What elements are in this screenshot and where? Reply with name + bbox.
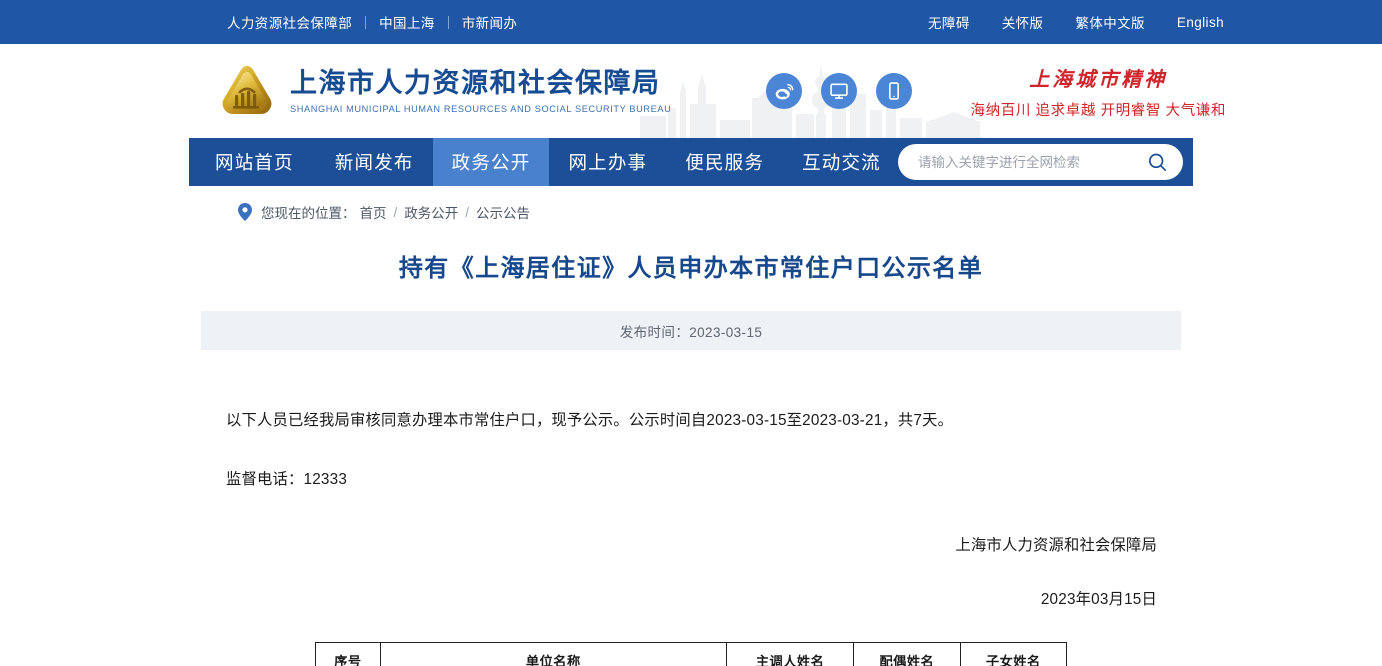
- table-head: 序号 单位名称 主调人姓名 配偶姓名 子女姓名: [315, 642, 1068, 666]
- publicity-table-wrapper: 序号 单位名称 主调人姓名 配偶姓名 子女姓名: [201, 642, 1181, 666]
- table-header-applicant: 主调人姓名: [725, 642, 855, 666]
- weibo-icon[interactable]: [766, 73, 803, 109]
- slogan-title: 上海城市精神: [1029, 68, 1168, 91]
- top-link-accessibility[interactable]: 无障碍: [928, 12, 970, 32]
- breadcrumb-separator: /: [465, 204, 470, 220]
- desktop-icon[interactable]: [821, 73, 858, 109]
- signature-organization: 上海市人力资源和社会保障局: [955, 537, 1157, 555]
- site-header: 上海市人力资源和社会保障局 SHANGHAI MUNICIPAL HUMAN R…: [0, 44, 1382, 138]
- table-header-row: 序号 单位名称 主调人姓名 配偶姓名 子女姓名: [315, 642, 1068, 666]
- nav-item-news[interactable]: 新闻发布: [316, 138, 433, 186]
- top-link-separator: [447, 15, 449, 29]
- search-input[interactable]: [918, 154, 1146, 170]
- top-link-china-shanghai[interactable]: 中国上海: [379, 12, 435, 32]
- table-header-index: 序号: [315, 642, 381, 666]
- top-link-care-version[interactable]: 关怀版: [1002, 12, 1044, 32]
- nav-item-online-services[interactable]: 网上办事: [549, 138, 666, 186]
- top-right-links: 无障碍 关怀版 繁体中文版 English: [928, 12, 1224, 32]
- article-container: 持有《上海居住证》人员申办本市常住户口公示名单 发布时间：2023-03-15 …: [201, 253, 1181, 609]
- nav-item-interaction[interactable]: 互动交流: [783, 138, 900, 186]
- article-paragraph-hotline: 监督电话：12333: [226, 470, 348, 488]
- article-paragraph-notice: 以下人员已经我局审核同意办理本市常住户口，现予公示。公示时间自2023-03-1…: [226, 412, 954, 430]
- breadcrumb-separator: /: [393, 204, 398, 220]
- logo-title-en: SHANGHAI MUNICIPAL HUMAN RESOURCES AND S…: [290, 103, 672, 114]
- top-link-separator: [365, 15, 367, 29]
- breadcrumb-item-home[interactable]: 首页: [360, 202, 387, 222]
- top-left-links: 人力资源社会保障部 中国上海 市新闻办: [227, 12, 517, 32]
- signature-date: 2023年03月15日: [1040, 591, 1157, 609]
- main-navigation-wrapper: 网站首页 新闻发布 政务公开 网上办事 便民服务 互动交流: [0, 138, 1382, 186]
- city-spirit-slogan: 上海城市精神 海纳百川 追求卓越 开明睿智 大气谦和: [971, 63, 1226, 120]
- shanghai-hrss-emblem-icon: [222, 66, 272, 114]
- search-box[interactable]: [898, 144, 1183, 180]
- social-links: [766, 73, 913, 109]
- mobile-icon[interactable]: [876, 73, 913, 109]
- publish-date-bar: 发布时间：2023-03-15: [201, 311, 1181, 351]
- main-navigation: 网站首页 新闻发布 政务公开 网上办事 便民服务 互动交流: [189, 138, 1193, 186]
- publish-date-text: 发布时间：2023-03-15: [619, 324, 763, 340]
- logo-title-cn: 上海市人力资源和社会保障局: [290, 68, 661, 99]
- slogan-subtitle: 海纳百川 追求卓越 开明睿智 大气谦和: [970, 102, 1226, 119]
- table-header-spouse: 配偶姓名: [853, 642, 961, 666]
- nav-item-government-affairs[interactable]: 政务公开: [432, 138, 550, 186]
- site-logo[interactable]: 上海市人力资源和社会保障局 SHANGHAI MUNICIPAL HUMAN R…: [218, 62, 671, 120]
- page-title: 持有《上海居住证》人员申办本市常住户口公示名单: [398, 255, 984, 282]
- location-pin-icon: [238, 203, 252, 221]
- top-link-traditional-chinese[interactable]: 繁体中文版: [1075, 12, 1145, 32]
- table-header-children: 子女姓名: [959, 642, 1068, 666]
- publicity-name-list-table: 序号 单位名称 主调人姓名 配偶姓名 子女姓名: [315, 642, 1068, 666]
- top-link-mohrss[interactable]: 人力资源社会保障部: [227, 12, 352, 32]
- nav-item-public-services[interactable]: 便民服务: [666, 138, 783, 186]
- top-link-english[interactable]: English: [1177, 15, 1224, 30]
- breadcrumb-item-announcements[interactable]: 公示公告: [476, 202, 530, 222]
- top-utility-bar: 人力资源社会保障部 中国上海 市新闻办 无障碍 关怀版 繁体中文版 Englis…: [0, 0, 1382, 44]
- breadcrumb-label: 您现在的位置：: [261, 206, 356, 221]
- nav-item-home[interactable]: 网站首页: [189, 138, 316, 186]
- breadcrumb: 您现在的位置： 首页 / 政务公开 / 公示公告: [238, 202, 1382, 222]
- breadcrumb-item-government-affairs[interactable]: 政务公开: [404, 202, 458, 222]
- logo-text-block: 上海市人力资源和社会保障局 SHANGHAI MUNICIPAL HUMAN R…: [290, 68, 671, 113]
- search-icon[interactable]: [1146, 151, 1169, 174]
- top-link-press-office[interactable]: 市新闻办: [462, 12, 518, 32]
- table-header-unit: 单位名称: [379, 642, 727, 666]
